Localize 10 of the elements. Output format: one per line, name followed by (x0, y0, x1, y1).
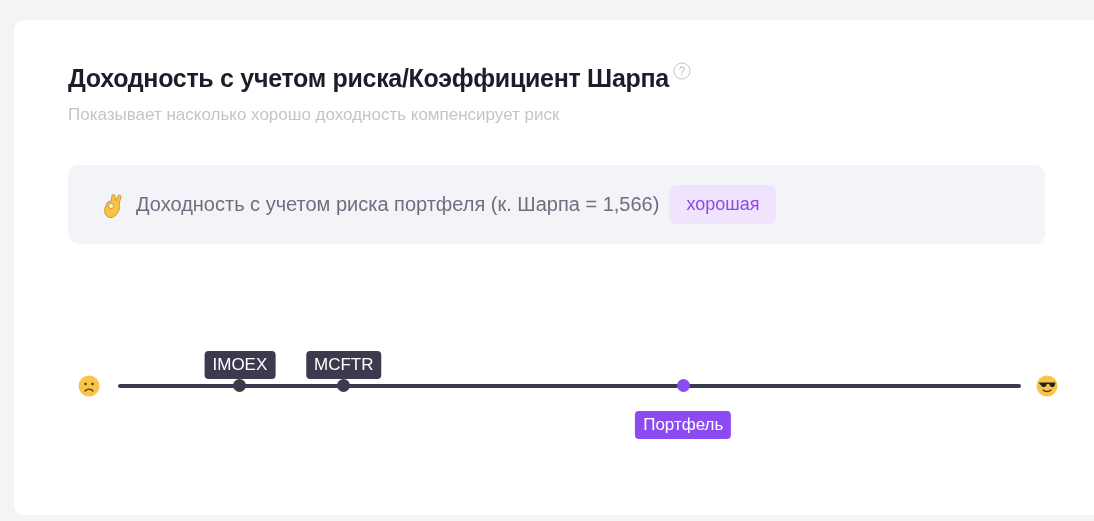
rating-badge: хорошая (669, 185, 777, 224)
card-subtitle: Показывает насколько хорошо доходность компенсирует риск (68, 105, 561, 125)
summary-text: Доходность с учетом риска портфеля (к. Шарпа = 1,566) (136, 193, 660, 216)
card-title: Доходность с учетом риска/Коэффициент Шарпа (68, 64, 669, 93)
help-icon[interactable] (672, 62, 691, 80)
marker-label: MCFTR (306, 351, 382, 379)
marker-label: Портфель (635, 411, 732, 439)
sad-face-icon (78, 375, 100, 397)
sunglasses-face-icon (1036, 375, 1058, 397)
marker-label: IMOEX (204, 351, 276, 379)
